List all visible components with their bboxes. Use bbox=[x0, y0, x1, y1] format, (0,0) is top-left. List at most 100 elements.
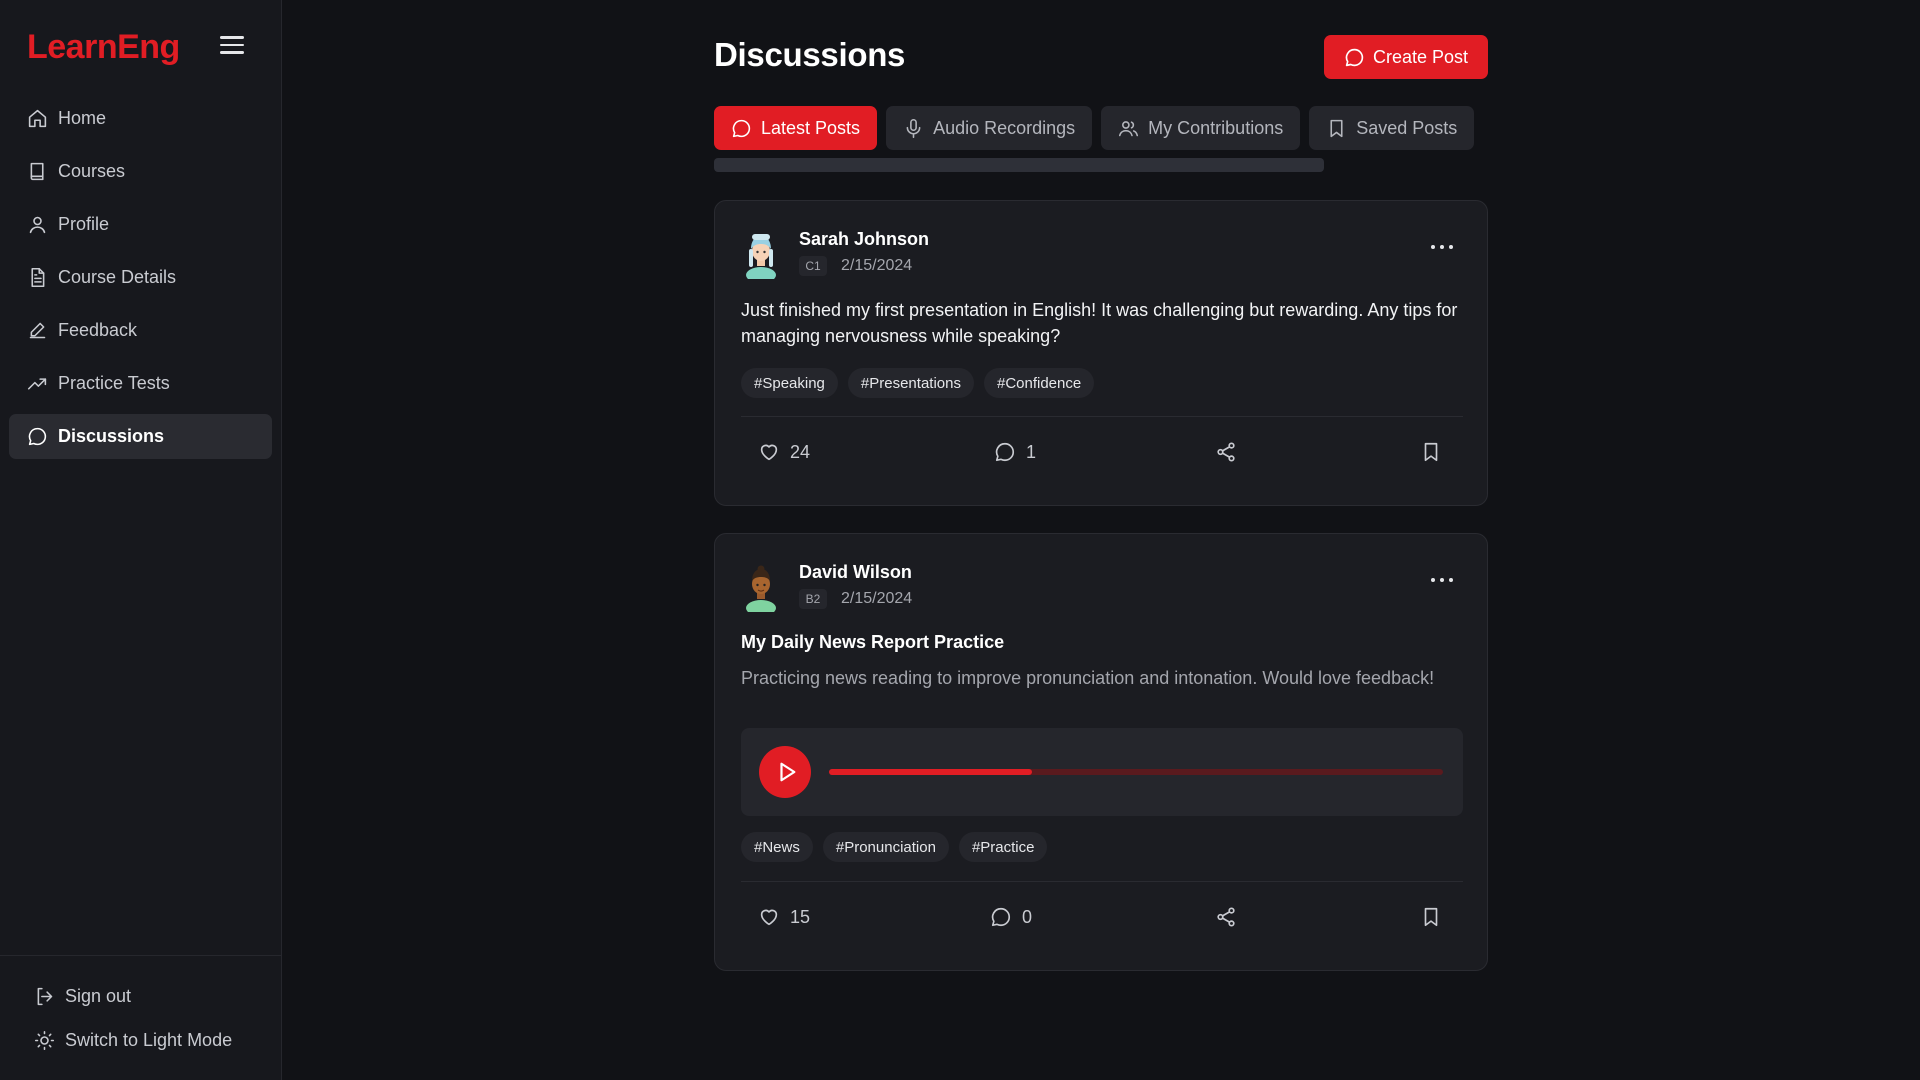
share-button[interactable] bbox=[1215, 441, 1237, 463]
sidebar-item-discussions[interactable]: Discussions bbox=[9, 414, 272, 459]
sidebar-item-label: Discussions bbox=[58, 426, 165, 446]
post-date: 2/15/2024 bbox=[841, 590, 913, 607]
bookmark-button[interactable] bbox=[1420, 441, 1442, 463]
post-description: Practicing news reading to improve pronu… bbox=[741, 668, 1435, 688]
comment-icon bbox=[995, 442, 1014, 462]
sign-out-icon bbox=[37, 987, 53, 1005]
tabs-scrollbar[interactable] bbox=[714, 158, 1324, 172]
tab-saved-posts[interactable]: Saved Posts bbox=[1309, 106, 1475, 150]
comment-button[interactable]: 0 bbox=[990, 906, 1032, 928]
sidebar-item-practice-tests[interactable]: Practice Tests bbox=[9, 361, 272, 406]
sidebar-item-profile[interactable]: Profile bbox=[9, 202, 272, 247]
tag-list: #News #Pronunciation #Practice bbox=[741, 832, 1057, 862]
theme-toggle-label: Switch to Light Mode bbox=[65, 1029, 233, 1050]
document-icon bbox=[31, 267, 45, 288]
sidebar-footer: Sign out Switch to Light Mode bbox=[34, 982, 232, 1070]
audio-progress-fill bbox=[829, 769, 1032, 775]
tag-chip[interactable]: #Confidence bbox=[983, 368, 1095, 398]
comment-count: 0 bbox=[1022, 906, 1033, 927]
card-divider bbox=[741, 881, 1463, 882]
tab-my-contributions[interactable]: My Contributions bbox=[1101, 106, 1301, 150]
share-button[interactable] bbox=[1215, 906, 1237, 928]
tag-chip[interactable]: #Practice bbox=[958, 832, 1048, 862]
sign-out-button[interactable]: Sign out bbox=[34, 982, 232, 1010]
post-body: Just finished my first presentation in E… bbox=[741, 300, 1458, 346]
like-button[interactable]: 24 bbox=[758, 441, 810, 463]
tag-list: #Speaking #Presentations #Confidence bbox=[741, 368, 1104, 398]
sidebar-divider bbox=[0, 955, 282, 956]
discussion-tabs: Latest Posts Audio Recordings My Contrib… bbox=[714, 106, 1488, 150]
users-icon bbox=[1119, 120, 1139, 136]
post-author[interactable]: David Wilson bbox=[799, 562, 912, 583]
chat-bubble-icon bbox=[1345, 48, 1364, 66]
sidebar-item-home[interactable]: Home bbox=[9, 96, 272, 141]
post-card: Sarah Johnson C1 2/15/2024 Just finished… bbox=[714, 200, 1488, 506]
bookmark-icon bbox=[1424, 442, 1438, 462]
bookmark-icon bbox=[1330, 119, 1343, 137]
sidebar-item-label: Home bbox=[58, 108, 107, 128]
sidebar: LearnEng Home Courses Profile Course Det… bbox=[0, 0, 282, 1080]
more-options-icon[interactable] bbox=[1431, 245, 1453, 251]
create-post-label: Create Post bbox=[1372, 46, 1469, 67]
tab-audio-recordings[interactable]: Audio Recordings bbox=[886, 106, 1093, 150]
comment-button[interactable]: 1 bbox=[994, 441, 1036, 463]
audio-player bbox=[741, 728, 1463, 816]
audio-progress-track[interactable] bbox=[829, 769, 1443, 775]
sign-out-label: Sign out bbox=[65, 985, 132, 1006]
comment-icon bbox=[991, 907, 1010, 927]
sidebar-item-course-details[interactable]: Course Details bbox=[9, 255, 272, 300]
comment-count: 1 bbox=[1026, 441, 1037, 462]
tab-latest-posts[interactable]: Latest Posts bbox=[714, 106, 878, 150]
sun-icon bbox=[34, 1030, 55, 1050]
sidebar-item-label: Course Details bbox=[58, 267, 177, 287]
sidebar-item-label: Feedback bbox=[58, 320, 138, 340]
post-date: 2/15/2024 bbox=[841, 257, 913, 274]
sidebar-item-label: Profile bbox=[58, 214, 110, 234]
sidebar-item-label: Practice Tests bbox=[58, 373, 170, 393]
like-count: 15 bbox=[790, 906, 811, 927]
create-post-button[interactable]: Create Post bbox=[1324, 35, 1488, 79]
theme-toggle-button[interactable]: Switch to Light Mode bbox=[34, 1026, 232, 1054]
pen-icon bbox=[29, 322, 46, 339]
trending-up-icon bbox=[27, 378, 47, 390]
level-badge: C1 bbox=[799, 256, 827, 276]
bookmark-button[interactable] bbox=[1420, 906, 1442, 928]
home-icon bbox=[28, 109, 47, 128]
post-author[interactable]: Sarah Johnson bbox=[799, 229, 929, 250]
tab-label: Audio Recordings bbox=[933, 117, 1076, 138]
play-icon bbox=[779, 762, 795, 782]
heart-icon bbox=[760, 444, 778, 461]
post-card: David Wilson B2 2/15/2024 My Daily News … bbox=[714, 533, 1488, 971]
tag-chip[interactable]: #News bbox=[741, 832, 813, 862]
tag-chip[interactable]: #Pronunciation bbox=[822, 832, 949, 862]
chat-bubble-icon bbox=[28, 427, 47, 446]
post-title: My Daily News Report Practice bbox=[741, 632, 1005, 652]
bookmark-icon bbox=[1424, 907, 1438, 927]
brand-logo[interactable]: LearnEng bbox=[27, 28, 180, 67]
tag-chip[interactable]: #Presentations bbox=[847, 368, 974, 398]
sidebar-item-feedback[interactable]: Feedback bbox=[9, 308, 272, 353]
sidebar-item-label: Courses bbox=[58, 161, 126, 181]
tab-label: Saved Posts bbox=[1356, 117, 1458, 138]
like-button[interactable]: 15 bbox=[758, 906, 810, 928]
microphone-icon bbox=[906, 118, 921, 138]
tag-chip[interactable]: #Speaking bbox=[741, 368, 838, 398]
tab-label: My Contributions bbox=[1148, 117, 1284, 138]
avatar bbox=[746, 234, 776, 279]
sidebar-item-courses[interactable]: Courses bbox=[9, 149, 272, 194]
heart-icon bbox=[760, 909, 778, 926]
user-icon bbox=[29, 216, 46, 234]
tab-label: Latest Posts bbox=[761, 117, 861, 138]
book-icon bbox=[30, 162, 44, 181]
play-button[interactable] bbox=[759, 746, 811, 798]
menu-toggle-icon[interactable] bbox=[220, 36, 244, 56]
card-divider bbox=[741, 416, 1463, 417]
sidebar-nav: Home Courses Profile Course Details Feed… bbox=[9, 96, 272, 467]
avatar bbox=[746, 565, 776, 612]
like-count: 24 bbox=[790, 441, 811, 462]
share-icon bbox=[1217, 442, 1235, 462]
share-icon bbox=[1217, 907, 1235, 927]
chat-bubble-icon bbox=[732, 119, 751, 137]
more-options-icon[interactable] bbox=[1431, 578, 1453, 584]
page-title: Discussions bbox=[714, 36, 906, 73]
